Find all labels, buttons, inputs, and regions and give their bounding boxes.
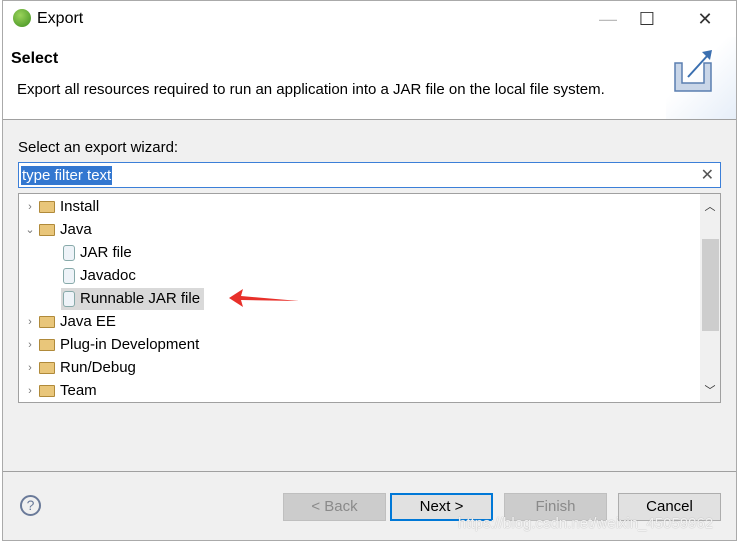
tree-item-label: Runnable JAR file [80,290,201,307]
filter-text: type filter text [21,166,113,185]
window-title: Export [37,10,84,27]
tree-item-label: JAR file [80,244,132,261]
scroll-down-icon[interactable]: ﹀ [700,382,720,398]
folder-icon [39,339,55,351]
tree-item[interactable]: › Plug-in Development [21,334,199,356]
wizard-header: Select Export all resources required to … [3,37,736,120]
wizard-tree[interactable]: ︿ ﹀ › Install ⌄ Java JAR file Javadoc Runnable… [18,193,721,403]
page-description: Export all resources required to run an … [17,81,605,98]
title-bar: Export — ☐ ✕ [3,1,736,37]
watermark: https://blog.csdn.net/weixin_45059962 [458,515,714,532]
chevron-right-icon[interactable]: › [21,311,39,333]
annotation-arrow-icon [229,289,299,307]
export-dialog: Export — ☐ ✕ Select Export all resources… [2,0,737,541]
chevron-down-icon[interactable]: ⌄ [21,219,39,241]
chevron-right-icon[interactable]: › [21,357,39,379]
tree-scrollbar[interactable]: ︿ ﹀ [700,194,720,402]
tree-item[interactable]: Javadoc [61,265,136,287]
tree-item[interactable]: Runnable JAR file [61,288,205,310]
tree-item-label: Java EE [60,313,116,330]
tree-item[interactable]: › Java EE [21,311,116,333]
eclipse-logo-icon [13,9,31,27]
folder-icon [39,362,55,374]
runnable-jar-icon [63,291,75,307]
back-button[interactable]: < Back [283,493,386,521]
tree-item[interactable]: › Run/Debug [21,357,136,379]
tree-item-label: Run/Debug [60,359,136,376]
tree-item[interactable]: ⌄ Java [21,219,92,241]
tree-item-label: Javadoc [80,267,136,284]
tree-item-label: Plug-in Development [60,336,200,353]
chevron-right-icon[interactable]: › [21,334,39,356]
export-icon [666,37,736,119]
help-icon[interactable]: ? [20,495,41,516]
close-button[interactable]: ✕ [685,5,725,33]
folder-icon [39,201,55,213]
scroll-up-icon[interactable]: ︿ [700,198,720,214]
tree-item-label: Install [60,198,100,215]
minimize-button[interactable]: — [588,5,628,33]
folder-icon [39,385,55,397]
folder-icon [39,224,55,236]
clear-filter-icon[interactable]: ✕ [701,165,714,185]
tree-item-label: Java [60,221,92,238]
maximize-button[interactable]: ☐ [627,5,667,33]
wizard-label: Select an export wizard: [18,139,179,156]
chevron-right-icon[interactable]: › [21,196,39,218]
tree-item[interactable]: JAR file [61,242,132,264]
filter-input[interactable]: type filter text ✕ [18,162,721,188]
tree-item[interactable]: › Team [21,380,97,402]
page-title: Select [11,50,59,67]
jar-icon [63,245,75,261]
scrollbar-thumb[interactable] [702,239,719,331]
tree-item[interactable]: › Install [21,196,99,218]
chevron-right-icon[interactable]: › [21,380,39,402]
tree-item-label: Team [60,382,97,399]
javadoc-icon [63,268,75,284]
button-bar-divider [3,471,736,472]
folder-icon [39,316,55,328]
